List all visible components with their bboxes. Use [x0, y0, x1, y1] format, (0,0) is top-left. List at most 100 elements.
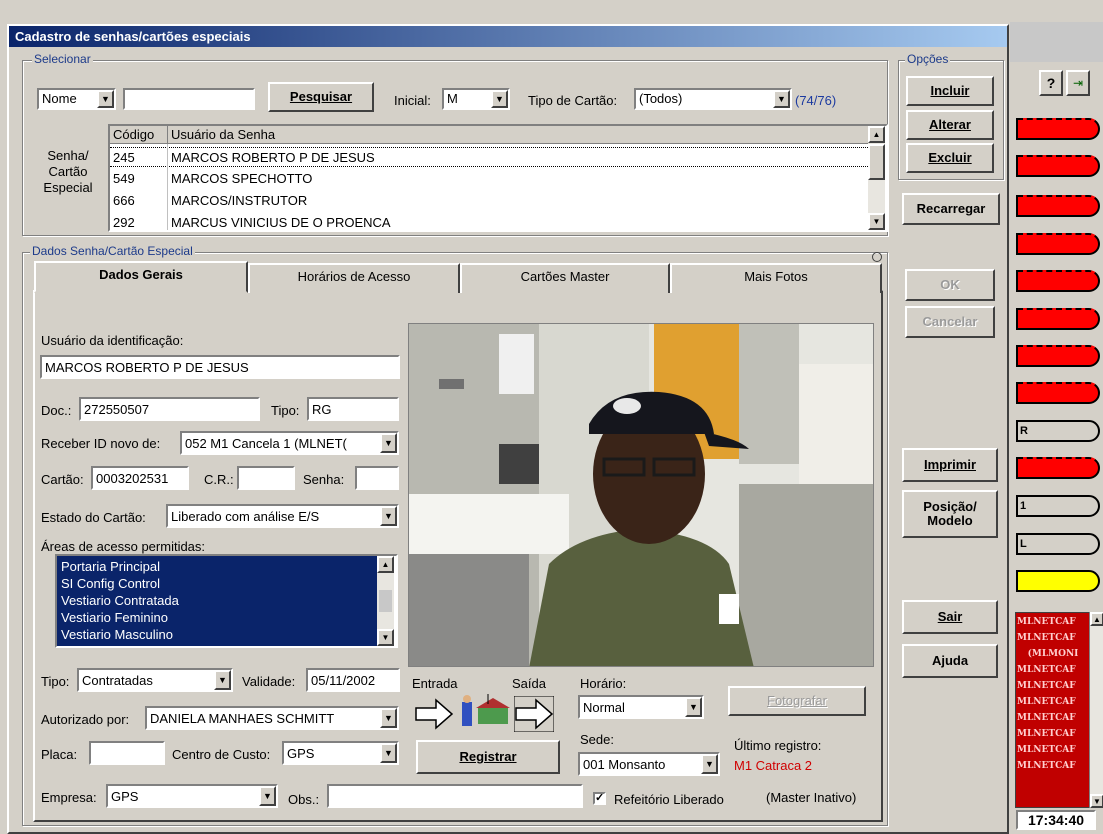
- imprimir-button[interactable]: Imprimir: [902, 448, 998, 482]
- autorizado-select[interactable]: DANIELA MANHAES SCHMITT ▼: [145, 706, 399, 730]
- refeitorio-checkbox[interactable]: ✓: [593, 792, 606, 805]
- fotografar-button[interactable]: Fotografar: [728, 686, 866, 716]
- scroll-down-icon[interactable]: ▼: [377, 629, 394, 646]
- cartao-label: Cartão:: [41, 472, 84, 487]
- ultimo-registro-value: M1 Catraca 2: [734, 758, 813, 773]
- ajuda-button[interactable]: Ajuda: [902, 644, 998, 678]
- list-item[interactable]: SI Config Control: [61, 576, 160, 591]
- registrar-button[interactable]: Registrar: [416, 740, 560, 774]
- obs-input[interactable]: [327, 784, 583, 808]
- placa-input[interactable]: [89, 741, 165, 765]
- tipo-doc-input[interactable]: RG: [307, 397, 399, 421]
- log-line: MLNETCAF: [1017, 758, 1089, 774]
- refeitorio-label: Refeitório Liberado: [614, 792, 724, 807]
- tab-cartoes-master[interactable]: Cartões Master: [460, 263, 670, 293]
- centro-select[interactable]: GPS ▼: [282, 741, 399, 765]
- ok-button[interactable]: OK: [905, 269, 995, 301]
- cell-code: 292: [113, 215, 135, 230]
- posicao-modelo-button[interactable]: Posição/ Modelo: [902, 490, 998, 538]
- empresa-label: Empresa:: [41, 790, 97, 805]
- options-group-title: Opções: [905, 52, 951, 66]
- list-item[interactable]: Vestiario Masculino: [61, 627, 173, 642]
- senha-label: Senha:: [303, 472, 345, 487]
- incluir-button[interactable]: Incluir: [906, 76, 994, 106]
- search-input[interactable]: [123, 88, 255, 110]
- scroll-down-icon[interactable]: ▼: [868, 213, 885, 230]
- log-line: MLNETCAF: [1017, 710, 1089, 726]
- scroll-up-icon[interactable]: ▲: [868, 126, 885, 143]
- list-item[interactable]: Portaria Principal: [61, 559, 160, 574]
- log-scroll-down-icon[interactable]: ▼: [1090, 794, 1103, 808]
- help-tool-icon[interactable]: ?: [1039, 70, 1063, 96]
- list-item[interactable]: Vestiario Contratada: [61, 593, 179, 608]
- areas-list[interactable]: Portaria Principal SI Config Control Ves…: [55, 554, 398, 648]
- table-scrollbar[interactable]: ▲ ▼: [868, 126, 885, 230]
- entrada-label: Entrada: [412, 676, 458, 691]
- building-icon: [458, 690, 512, 730]
- chevron-down-icon: ▼: [701, 754, 718, 774]
- doc-input[interactable]: 272550507: [79, 397, 260, 421]
- tipo-cartao-select[interactable]: (Todos) ▼: [634, 88, 792, 110]
- cr-label: C.R.:: [204, 472, 234, 487]
- cr-input[interactable]: [237, 466, 295, 490]
- column-header-code[interactable]: Código: [113, 127, 154, 142]
- tab-mais-fotos[interactable]: Mais Fotos: [670, 263, 882, 293]
- empresa-select[interactable]: GPS ▼: [106, 784, 278, 808]
- master-status: (Master Inativo): [766, 790, 857, 805]
- search-button[interactable]: Pesquisar: [268, 82, 374, 112]
- scroll-thumb[interactable]: [379, 590, 392, 612]
- usuario-input[interactable]: MARCOS ROBERTO P DE JESUS: [40, 355, 400, 379]
- alterar-button[interactable]: Alterar: [906, 110, 994, 140]
- chevron-down-icon: ▼: [685, 697, 702, 717]
- log-line: MLNETCAF: [1017, 726, 1089, 742]
- recarregar-button[interactable]: Recarregar: [902, 193, 1000, 225]
- exit-tool-icon[interactable]: ⇥: [1066, 70, 1090, 96]
- inicial-select[interactable]: M ▼: [442, 88, 510, 110]
- sede-select[interactable]: 001 Monsanto ▼: [578, 752, 720, 776]
- receber-label: Receber ID novo de:: [41, 436, 161, 451]
- collapse-icon[interactable]: [872, 252, 882, 262]
- log-scroll-up-icon[interactable]: ▲: [1090, 612, 1103, 626]
- sair-button[interactable]: Sair: [902, 600, 998, 634]
- tab-dados-gerais[interactable]: Dados Gerais: [34, 261, 248, 293]
- chevron-down-icon: ▼: [380, 708, 397, 728]
- horario-label: Horário:: [580, 676, 627, 691]
- log-line: MLNETCAF: [1017, 614, 1089, 630]
- saida-arrow-icon[interactable]: [513, 695, 555, 733]
- excluir-button[interactable]: Excluir: [906, 143, 994, 173]
- senha-input[interactable]: [355, 466, 399, 490]
- log-line: (MLMONI: [1017, 646, 1089, 662]
- scroll-thumb[interactable]: [868, 144, 885, 180]
- chevron-down-icon: ▼: [380, 743, 397, 763]
- receber-select[interactable]: 052 M1 Cancela 1 (MLNET(▼: [180, 431, 399, 455]
- cancelar-button[interactable]: Cancelar: [905, 306, 995, 338]
- validade-label: Validade:: [242, 674, 296, 689]
- table-row[interactable]: 245 MARCOS ROBERTO P DE JESUS: [110, 147, 868, 167]
- table-header: Código Usuário da Senha: [110, 126, 868, 144]
- cartao-input[interactable]: 0003202531: [91, 466, 189, 490]
- column-header-user[interactable]: Usuário da Senha: [171, 127, 275, 142]
- search-field-select[interactable]: Nome ▼: [37, 88, 116, 110]
- table-row[interactable]: 549 MARCOS SPECHOTTO: [110, 169, 868, 189]
- validade-input[interactable]: 05/11/2002: [306, 668, 400, 692]
- areas-scrollbar[interactable]: ▲ ▼: [377, 556, 394, 646]
- cell-name: MARCOS/INSTRUTOR: [171, 193, 308, 208]
- tipo-doc-label: Tipo:: [271, 403, 300, 418]
- tab-horarios-acesso[interactable]: Horários de Acesso: [248, 263, 460, 293]
- log-line: MLNETCAF: [1017, 678, 1089, 694]
- estado-select[interactable]: Liberado com análise E/S ▼: [166, 504, 399, 528]
- status-bar-red: [1016, 308, 1100, 330]
- cell-name: MARCUS VINICIUS DE O PROENCA: [171, 215, 391, 230]
- horario-select[interactable]: Normal ▼: [578, 695, 704, 719]
- table-row[interactable]: 292 MARCUS VINICIUS DE O PROENCA: [110, 213, 868, 230]
- log-scrollbar[interactable]: ▲ ▼: [1089, 612, 1103, 808]
- background-header: [1010, 22, 1103, 62]
- scroll-up-icon[interactable]: ▲: [377, 556, 394, 573]
- tipo-select[interactable]: Contratadas ▼: [77, 668, 233, 692]
- status-bar-grey: R: [1016, 420, 1100, 442]
- status-bar-yellow: [1016, 570, 1100, 592]
- obs-label: Obs.:: [288, 792, 320, 807]
- table-row[interactable]: 666 MARCOS/INSTRUTOR: [110, 191, 868, 211]
- entrada-arrow-icon[interactable]: [414, 696, 454, 732]
- list-item[interactable]: Vestiario Feminino: [61, 610, 168, 625]
